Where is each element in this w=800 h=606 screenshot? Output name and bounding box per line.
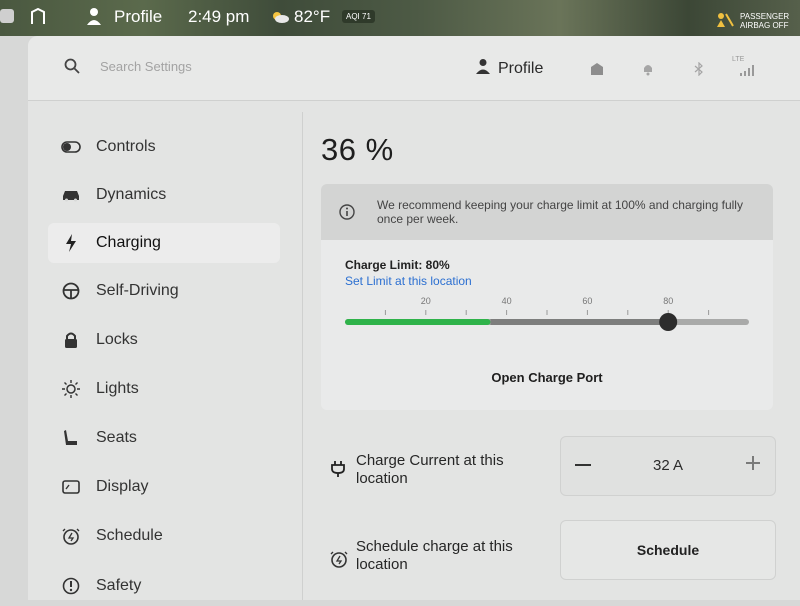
sidebar-item-label: Controls xyxy=(96,138,156,155)
recommendation-banner: We recommend keeping your charge limit a… xyxy=(321,184,773,240)
sidebar-item-label: Schedule xyxy=(96,527,163,544)
sidebar-item-label: Dynamics xyxy=(96,186,167,203)
sidebar-item-self-driving[interactable]: Self-Driving xyxy=(48,271,280,311)
clock-icon xyxy=(60,525,82,547)
sidebar-item-lights[interactable]: Lights xyxy=(48,369,280,409)
slider-knob[interactable] xyxy=(659,313,678,331)
steering-wheel-icon xyxy=(60,280,82,302)
lte-label: LTE xyxy=(732,56,745,63)
schedule-charge-label: Schedule charge at this location xyxy=(356,538,513,573)
garage-icon[interactable] xyxy=(590,62,604,79)
sidebar-item-label: Charging xyxy=(96,234,161,251)
signal-icon xyxy=(740,64,756,79)
sidebar-item-display[interactable]: Display xyxy=(48,467,280,507)
sidebar-item-safety[interactable]: Safety xyxy=(48,566,280,606)
user-icon xyxy=(476,58,490,79)
schedule-clock-icon xyxy=(330,550,348,568)
sidebar-item-label: Self-Driving xyxy=(96,282,179,299)
toggle-icon xyxy=(60,136,82,158)
lock-icon xyxy=(60,329,82,351)
slider-tick-label: 20 xyxy=(421,296,431,306)
slider-tick-label: 80 xyxy=(663,296,673,306)
sidebar-item-label: Safety xyxy=(96,577,142,594)
aqi-badge: AQI 71 xyxy=(342,10,375,23)
sidebar-item-label: Locks xyxy=(96,331,138,348)
schedule-button[interactable]: Schedule xyxy=(560,520,776,580)
alert-icon xyxy=(60,575,82,597)
charge-limit-fill xyxy=(490,319,669,325)
airbag-off-icon xyxy=(716,12,734,33)
slider-tick-label: 60 xyxy=(582,296,592,306)
info-icon xyxy=(339,204,355,220)
recommendation-text: We recommend keeping your charge limit a… xyxy=(377,198,743,226)
sidebar-item-dynamics[interactable]: Dynamics xyxy=(48,175,280,215)
charge-limit-label: Charge Limit: 80% xyxy=(345,258,450,272)
open-charge-port-button[interactable]: Open Charge Port xyxy=(321,370,773,385)
charge-current-stepper: 32 A xyxy=(560,436,776,496)
sidebar-divider xyxy=(302,112,303,600)
settings-sidebar: Controls Dynamics Charging Self-Driving … xyxy=(28,100,302,600)
status-bar: Profile 2:49 pm 82°F AQI 71 PASSENGER AI… xyxy=(0,0,800,36)
bluetooth-icon[interactable] xyxy=(694,61,704,79)
sidebar-item-schedule[interactable]: Schedule xyxy=(48,516,280,556)
settings-panel: Profile LTE Controls Dynamics Charging xyxy=(28,36,800,600)
sidebar-item-charging[interactable]: Charging xyxy=(48,223,280,263)
airbag-status-line1: PASSENGER xyxy=(740,12,790,21)
display-icon xyxy=(60,476,82,498)
car-icon xyxy=(60,184,82,206)
airbag-status-line2: AIRBAG OFF xyxy=(740,21,789,30)
charge-current-label: Charge Current at this location xyxy=(356,452,504,487)
plug-icon xyxy=(330,460,348,478)
settings-header: Profile LTE xyxy=(28,36,800,101)
weather-cloud-icon xyxy=(270,9,290,29)
temperature: 82°F xyxy=(294,7,331,26)
search-input[interactable] xyxy=(98,58,362,75)
slider-tick-label: 40 xyxy=(502,296,512,306)
sidebar-item-locks[interactable]: Locks xyxy=(48,320,280,360)
charge-limit-slider[interactable]: 20 40 60 80 xyxy=(345,292,749,342)
map-icon xyxy=(30,7,46,31)
sidebar-item-label: Display xyxy=(96,478,149,495)
set-limit-location-link[interactable]: Set Limit at this location xyxy=(345,274,472,288)
sidebar-item-label: Seats xyxy=(96,429,137,446)
charge-limit-card: We recommend keeping your charge limit a… xyxy=(321,184,773,410)
status-profile-label[interactable]: Profile xyxy=(114,7,162,27)
header-profile-label: Profile xyxy=(498,59,544,77)
header-profile-button[interactable]: Profile xyxy=(476,58,543,79)
sidebar-item-seats[interactable]: Seats xyxy=(48,418,280,458)
sidebar-item-label: Lights xyxy=(96,380,139,397)
battery-level-fill xyxy=(345,319,491,325)
battery-percentage: 36 % xyxy=(321,132,394,167)
search-icon[interactable] xyxy=(64,58,80,74)
seat-icon xyxy=(60,427,82,449)
sun-icon xyxy=(60,378,82,400)
car-menu-tab[interactable] xyxy=(0,9,14,23)
clock-time: 2:49 pm xyxy=(188,7,250,26)
profile-user-icon xyxy=(86,7,102,30)
bell-icon[interactable] xyxy=(642,62,654,79)
sidebar-item-controls[interactable]: Controls xyxy=(48,127,280,167)
increase-current-button[interactable] xyxy=(745,455,761,471)
charge-current-value: 32 A xyxy=(652,457,684,474)
lightning-icon xyxy=(60,232,82,254)
